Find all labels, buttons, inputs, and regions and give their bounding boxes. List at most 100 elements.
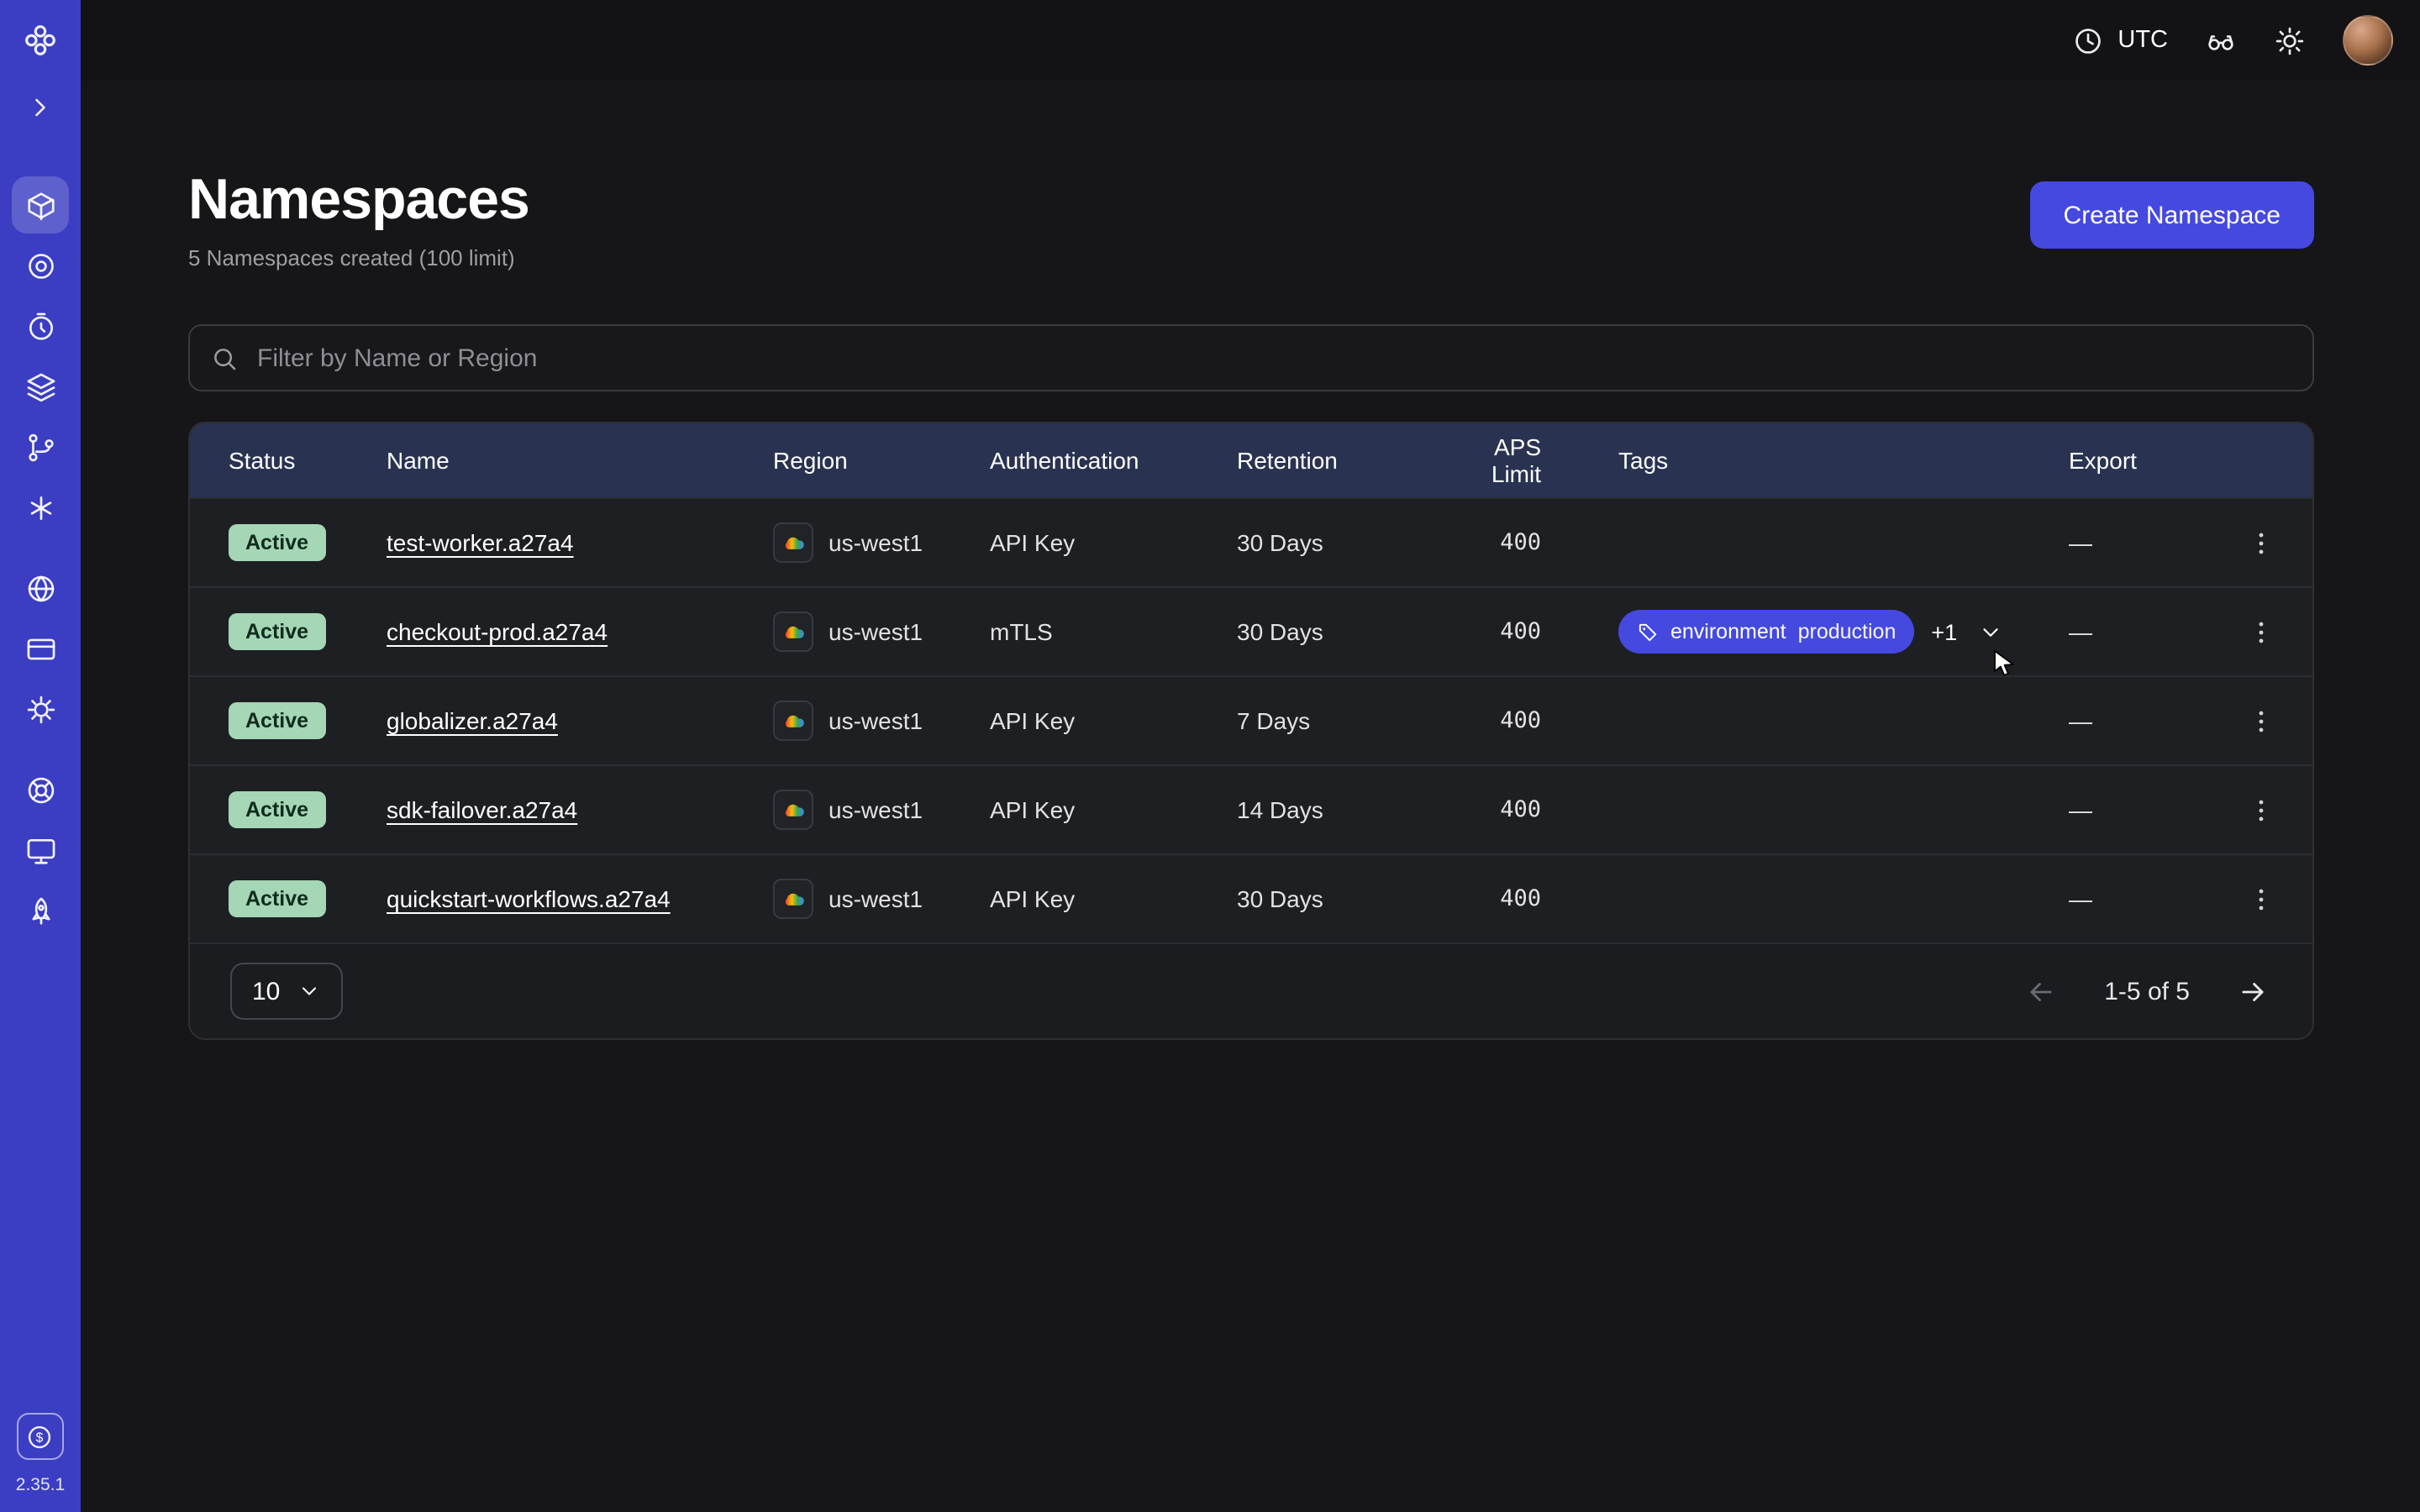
search-icon: [210, 344, 239, 372]
page-size-select[interactable]: 10: [230, 963, 342, 1020]
prev-page-button[interactable]: [2022, 972, 2060, 1011]
create-namespace-button[interactable]: Create Namespace: [2030, 181, 2314, 249]
row-menu-button[interactable]: [2237, 522, 2286, 564]
col-region: Region: [773, 447, 990, 474]
sidebar-nav-primary: [12, 175, 69, 538]
kebab-icon: [2247, 706, 2275, 735]
temporal-logo-icon: [22, 20, 59, 60]
table-row: Active checkout-prod.a27a4 us-west1 mTLS…: [190, 586, 2312, 675]
sidebar-item-nexus[interactable]: [12, 479, 69, 536]
row-menu-button[interactable]: [2237, 789, 2286, 831]
sidebar-expand-chevron-icon[interactable]: [25, 87, 55, 128]
timezone-label: UTC: [2118, 27, 2168, 54]
gcp-cloud-icon: [773, 522, 813, 563]
app-version: 2.35.1: [16, 1475, 65, 1495]
credit-card-icon: [24, 633, 56, 664]
tag-chip[interactable]: environment production: [1618, 610, 1914, 654]
status-badge: Active: [229, 791, 325, 828]
sidebar-item-namespaces[interactable]: [12, 176, 69, 234]
table-row: Active test-worker.a27a4 us-west1 API Ke…: [190, 497, 2312, 586]
col-retention: Retention: [1237, 447, 1450, 474]
app-window: $ 2.35.1 UTC Namespaces 5 Namespace: [0, 0, 2420, 1512]
retention-cell: 30 Days: [1237, 529, 1450, 556]
filter-input[interactable]: [254, 342, 2292, 374]
table-header-row: Status Name Region Authentication Retent…: [190, 423, 2312, 497]
namespace-link[interactable]: quickstart-workflows.a27a4: [387, 885, 671, 912]
pagination-range: 1-5 of 5: [2104, 977, 2190, 1005]
sidebar-item-support[interactable]: [12, 761, 69, 818]
branch-icon: [24, 431, 56, 463]
gcp-cloud-icon: [773, 790, 813, 830]
arrow-right-icon: [2237, 975, 2269, 1007]
timezone-button[interactable]: UTC: [2072, 24, 2168, 56]
row-menu-button[interactable]: [2237, 700, 2286, 742]
kebab-icon: [2247, 528, 2275, 557]
gear-icon: [24, 693, 56, 725]
namespaces-table: Status Name Region Authentication Retent…: [188, 422, 2314, 1040]
retention-cell: 30 Days: [1237, 618, 1450, 645]
namespace-link[interactable]: test-worker.a27a4: [387, 529, 574, 556]
theme-toggle-button[interactable]: [2274, 24, 2306, 56]
sidebar-item-billing[interactable]: [12, 620, 69, 677]
retention-cell: 7 Days: [1237, 707, 1450, 734]
sidebar-item-target[interactable]: [12, 237, 69, 294]
row-menu-button[interactable]: [2237, 878, 2286, 920]
status-badge: Active: [229, 702, 325, 739]
target-icon: [24, 249, 56, 281]
status-badge: Active: [229, 613, 325, 650]
tags-cell: environment production +1: [1618, 610, 2069, 654]
region-label: us-west1: [829, 529, 923, 556]
col-tags: Tags: [1618, 447, 2069, 474]
accessibility-button[interactable]: [2205, 24, 2237, 56]
kebab-icon: [2247, 885, 2275, 913]
retention-cell: 14 Days: [1237, 796, 1450, 823]
cube-icon: [24, 189, 56, 221]
page-title: Namespaces: [188, 168, 529, 234]
col-status: Status: [229, 447, 387, 474]
aps-cell: 400: [1450, 618, 1618, 645]
arrow-left-icon: [2025, 975, 2057, 1007]
page-subtitle: 5 Namespaces created (100 limit): [188, 245, 529, 270]
sidebar-item-timer[interactable]: [12, 297, 69, 354]
namespace-link[interactable]: globalizer.a27a4: [387, 707, 558, 734]
page-content: Namespaces 5 Namespaces created (100 lim…: [81, 81, 2420, 1040]
col-aps-limit: APS Limit: [1450, 433, 1618, 487]
sidebar-item-layers[interactable]: [12, 358, 69, 415]
sidebar-item-workflows[interactable]: [12, 418, 69, 475]
next-page-button[interactable]: [2233, 972, 2272, 1011]
chevron-down-icon: [1977, 619, 2002, 644]
region-label: us-west1: [829, 618, 923, 645]
gcp-cloud-icon: [773, 879, 813, 919]
sidebar-item-regions[interactable]: [12, 559, 69, 617]
user-avatar[interactable]: [2343, 15, 2393, 66]
sidebar-nav-help: [12, 759, 69, 941]
namespace-link[interactable]: sdk-failover.a27a4: [387, 796, 577, 823]
topbar: UTC: [81, 0, 2420, 81]
chevron-down-icon: [297, 979, 320, 1003]
sidebar-item-console[interactable]: [12, 822, 69, 879]
page-titles: Namespaces 5 Namespaces created (100 lim…: [188, 168, 529, 270]
auth-cell: mTLS: [990, 618, 1237, 645]
auth-cell: API Key: [990, 796, 1237, 823]
auth-cell: API Key: [990, 707, 1237, 734]
tags-expand-button[interactable]: [1974, 616, 2006, 648]
layers-icon: [24, 370, 56, 402]
usage-dollar-icon: $: [26, 1422, 55, 1451]
sidebar-nav-account: [12, 558, 69, 739]
status-badge: Active: [229, 880, 325, 917]
page-size-value: 10: [252, 977, 280, 1005]
table-footer: 10 1-5 of 5: [190, 942, 2312, 1038]
sidebar-item-settings[interactable]: [12, 680, 69, 738]
timer-icon: [24, 310, 56, 342]
export-cell: —: [2069, 707, 2220, 734]
page-header: Namespaces 5 Namespaces created (100 lim…: [188, 168, 2314, 270]
export-cell: —: [2069, 618, 2220, 645]
row-menu-button[interactable]: [2237, 611, 2286, 653]
asterisk-icon: [24, 491, 56, 523]
sidebar-item-getting-started[interactable]: [12, 882, 69, 939]
namespace-link[interactable]: checkout-prod.a27a4: [387, 618, 608, 645]
aps-cell: 400: [1450, 885, 1618, 912]
usage-button[interactable]: $: [17, 1413, 64, 1460]
col-authentication: Authentication: [990, 447, 1237, 474]
tag-more-count: +1: [1931, 619, 1957, 644]
